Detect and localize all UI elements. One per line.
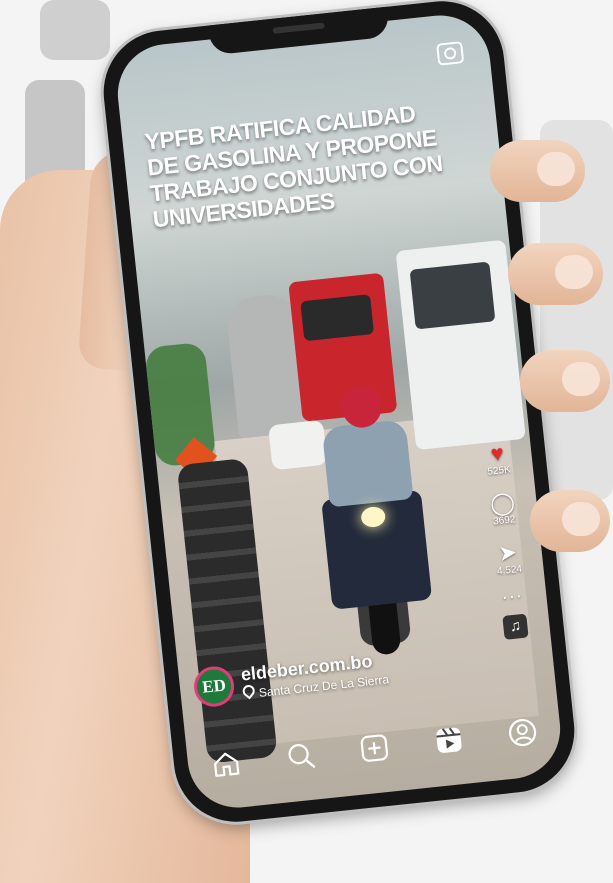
- comment-button[interactable]: ◯ 3692: [477, 489, 529, 530]
- add-icon: [360, 734, 389, 762]
- red-truck-window: [300, 294, 375, 342]
- location-pin-icon: [240, 682, 258, 700]
- nav-search[interactable]: [278, 734, 322, 778]
- avatar[interactable]: ED: [192, 664, 237, 709]
- nav-home[interactable]: [204, 742, 248, 786]
- hand-finger: [490, 140, 585, 202]
- share-button[interactable]: ➤ 4.524: [483, 539, 535, 580]
- more-icon: ···: [500, 584, 524, 607]
- search-icon: [287, 744, 315, 768]
- hand-finger: [520, 350, 610, 412]
- white-car: [268, 419, 328, 471]
- reel-screen: YPFB RATIFICA CALIDAD DE GASOLINA Y PROP…: [112, 10, 566, 813]
- hand-finger: [530, 490, 610, 552]
- phone: YPFB RATIFICA CALIDAD DE GASOLINA Y PROP…: [97, 0, 581, 828]
- nav-profile[interactable]: [501, 711, 545, 755]
- reels-icon: [435, 727, 462, 753]
- music-button[interactable]: ♫: [490, 612, 540, 641]
- white-truck-window: [409, 261, 496, 330]
- rider-body: [321, 419, 414, 508]
- nav-reels[interactable]: [426, 718, 470, 762]
- nav-create[interactable]: [352, 726, 396, 770]
- more-button[interactable]: ···: [488, 584, 537, 607]
- music-icon: ♫: [502, 613, 529, 640]
- hand-finger: [508, 243, 603, 305]
- home-icon: [214, 752, 240, 777]
- profile-icon: [508, 718, 537, 747]
- post-headline: YPFB RATIFICA CALIDAD DE GASOLINA Y PROP…: [143, 100, 444, 233]
- camera-icon[interactable]: [436, 41, 465, 66]
- like-button[interactable]: ♥ 525K: [472, 439, 524, 480]
- background-shape: [40, 0, 110, 60]
